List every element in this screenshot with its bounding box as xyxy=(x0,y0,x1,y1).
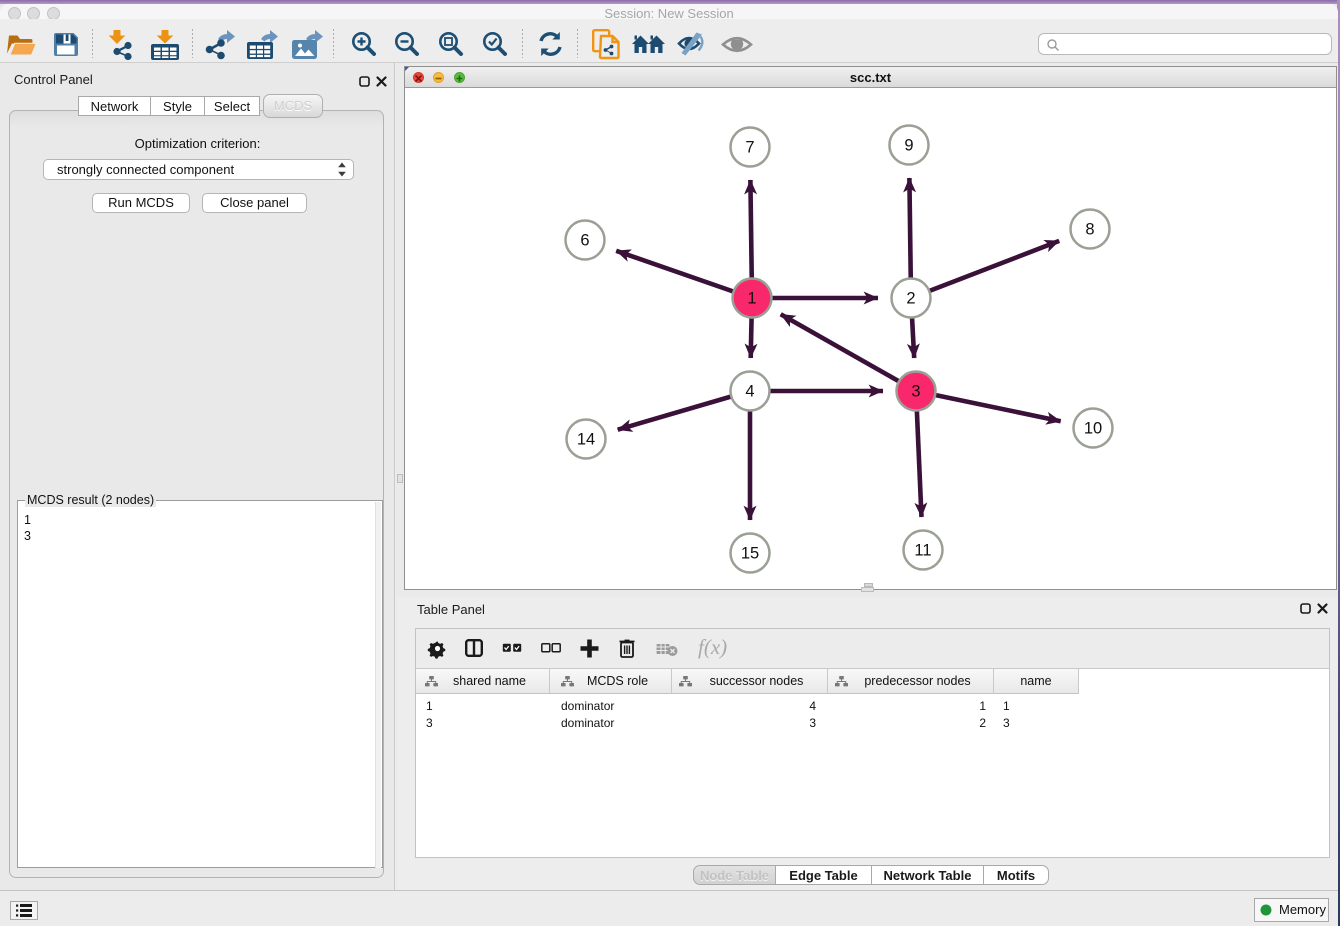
svg-text:6: 6 xyxy=(580,231,589,249)
svg-text:10: 10 xyxy=(1083,419,1101,437)
svg-text:9: 9 xyxy=(904,136,913,154)
svg-text:3: 3 xyxy=(911,382,920,400)
svg-text:11: 11 xyxy=(914,541,931,559)
svg-text:1: 1 xyxy=(747,289,756,307)
svg-text:4: 4 xyxy=(745,382,754,400)
svg-text:7: 7 xyxy=(745,138,754,156)
svg-text:14: 14 xyxy=(576,430,594,448)
svg-text:2: 2 xyxy=(906,289,915,307)
svg-text:8: 8 xyxy=(1085,220,1094,238)
svg-text:15: 15 xyxy=(740,544,758,562)
